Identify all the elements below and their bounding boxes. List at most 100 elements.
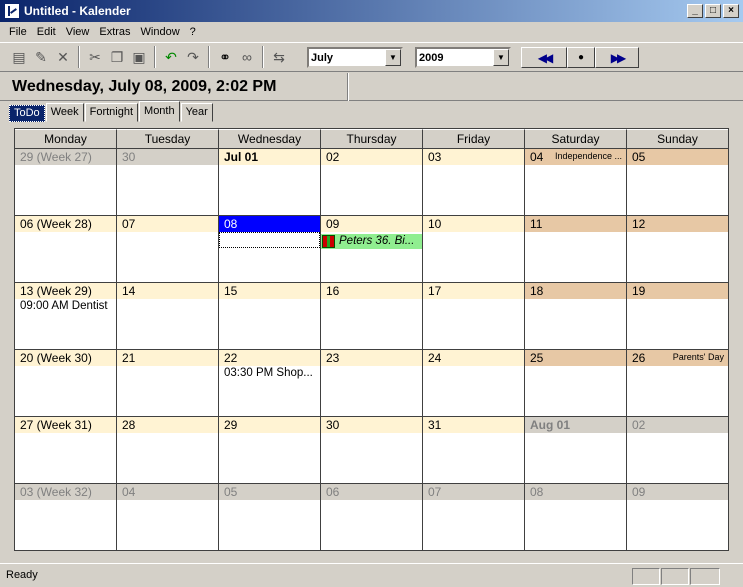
previous-button[interactable]: ◀◀ xyxy=(521,47,567,68)
weekday-header: Saturday xyxy=(525,129,627,149)
cut-icon[interactable]: ✂ xyxy=(84,46,106,68)
day-number: 30 xyxy=(117,149,218,165)
close-button[interactable]: × xyxy=(723,4,739,18)
title-bar: Untitled - Kalender _ □ × xyxy=(0,0,743,22)
chevron-down-icon[interactable]: ▼ xyxy=(493,49,509,66)
edit-icon[interactable]: ✎ xyxy=(30,46,52,68)
calendar-event[interactable]: 09:00 AM Dentist xyxy=(15,299,116,314)
day-cell[interactable]: 28 xyxy=(117,417,219,483)
menu-view[interactable]: View xyxy=(61,26,95,38)
next-button[interactable]: ▶▶ xyxy=(595,47,639,68)
day-label: Jul 01 xyxy=(224,150,259,164)
day-cell[interactable]: 18 xyxy=(525,283,627,349)
day-cell[interactable]: 04 xyxy=(117,484,219,550)
day-cell[interactable]: 03 xyxy=(423,149,525,215)
day-cell[interactable]: 12 xyxy=(627,216,728,282)
day-cell[interactable]: 02 xyxy=(627,417,728,483)
day-cell[interactable]: 29 xyxy=(219,417,321,483)
day-cell[interactable]: Jul 01 xyxy=(219,149,321,215)
tab-fortnight[interactable]: Fortnight xyxy=(84,103,139,122)
day-cell[interactable]: 17 xyxy=(423,283,525,349)
day-cell[interactable]: 26 Parents' Day xyxy=(627,350,728,416)
day-cell[interactable]: 13 (Week 29) 09:00 AM Dentist xyxy=(15,283,117,349)
month-select[interactable]: July ▼ xyxy=(307,47,403,68)
day-cell[interactable]: 24 xyxy=(423,350,525,416)
day-cell[interactable]: 20 (Week 30) xyxy=(15,350,117,416)
tab-year[interactable]: Year xyxy=(180,103,213,122)
app-icon[interactable] xyxy=(4,3,20,19)
day-cell[interactable]: 23 xyxy=(321,350,423,416)
undo-icon[interactable]: ↶ xyxy=(160,46,182,68)
chevron-down-icon[interactable]: ▼ xyxy=(385,49,401,66)
day-cell[interactable]: 29 (Week 27) xyxy=(15,149,117,215)
selection-box[interactable] xyxy=(219,232,320,248)
menu-help[interactable]: ? xyxy=(185,26,201,38)
tab-todo[interactable]: ToDo xyxy=(9,105,45,122)
day-number: 24 xyxy=(423,350,524,366)
day-number: 28 xyxy=(117,417,218,433)
day-cell[interactable]: 15 xyxy=(219,283,321,349)
day-number: 06 xyxy=(321,484,422,500)
day-cell[interactable]: 14 xyxy=(117,283,219,349)
day-cell[interactable]: 02 xyxy=(321,149,423,215)
day-cell[interactable]: 05 xyxy=(219,484,321,550)
find-next-icon[interactable]: ∞ xyxy=(236,46,258,68)
day-label: 29 (Week 27) xyxy=(20,150,92,164)
day-cell[interactable]: 08 xyxy=(219,216,321,282)
delete-icon[interactable]: ✕ xyxy=(52,46,74,68)
day-cell[interactable]: 30 xyxy=(117,149,219,215)
day-number: 22 xyxy=(219,350,320,366)
day-label: 16 xyxy=(326,284,340,298)
new-event-icon[interactable]: ▤ xyxy=(8,46,30,68)
day-cell[interactable]: 08 xyxy=(525,484,627,550)
day-label: 13 (Week 29) xyxy=(20,284,92,298)
day-cell[interactable]: 25 xyxy=(525,350,627,416)
redo-icon[interactable]: ↷ xyxy=(182,46,204,68)
day-number: 26 Parents' Day xyxy=(627,350,728,366)
maximize-button[interactable]: □ xyxy=(705,4,721,18)
day-cell[interactable]: 09 xyxy=(627,484,728,550)
day-number: 25 xyxy=(525,350,626,366)
day-number: 07 xyxy=(423,484,524,500)
calendar-week: 03 (Week 32) 04 05 06 07 08 09 xyxy=(15,484,728,550)
day-cell[interactable]: 06 (Week 28) xyxy=(15,216,117,282)
day-cell[interactable]: 21 xyxy=(117,350,219,416)
copy-icon[interactable]: ❐ xyxy=(106,46,128,68)
day-label: 06 (Week 28) xyxy=(20,217,92,231)
menu-window[interactable]: Window xyxy=(136,26,185,38)
day-cell[interactable]: 05 xyxy=(627,149,728,215)
day-cell[interactable]: 10 xyxy=(423,216,525,282)
day-label: Aug 01 xyxy=(530,418,571,432)
day-cell[interactable]: 06 xyxy=(321,484,423,550)
day-cell[interactable]: 30 xyxy=(321,417,423,483)
menu-file[interactable]: File xyxy=(4,26,32,38)
calendar-event[interactable]: 03:30 PM Shop... xyxy=(219,366,320,381)
calendar-week: 27 (Week 31) 28 29 30 31 Aug 01 02 xyxy=(15,417,728,484)
day-label: 31 xyxy=(428,418,442,432)
menu-edit[interactable]: Edit xyxy=(32,26,61,38)
find-icon[interactable]: ⚭ xyxy=(214,46,236,68)
today-button[interactable]: ● xyxy=(567,47,595,68)
paste-icon[interactable]: ▣ xyxy=(128,46,150,68)
day-cell[interactable]: 07 xyxy=(423,484,525,550)
day-cell[interactable]: 09 Peters 36. Bi... xyxy=(321,216,423,282)
day-cell[interactable]: 11 xyxy=(525,216,627,282)
day-cell[interactable]: Aug 01 xyxy=(525,417,627,483)
tab-week[interactable]: Week xyxy=(45,103,84,122)
day-cell[interactable]: 31 xyxy=(423,417,525,483)
day-cell[interactable]: 04 Independence ... xyxy=(525,149,627,215)
swap-icon[interactable]: ⇆ xyxy=(268,46,290,68)
day-cell[interactable]: 07 xyxy=(117,216,219,282)
menu-extras[interactable]: Extras xyxy=(94,26,135,38)
day-cell[interactable]: 16 xyxy=(321,283,423,349)
day-cell[interactable]: 22 03:30 PM Shop... xyxy=(219,350,321,416)
calendar-event[interactable]: Peters 36. Bi... xyxy=(321,234,422,249)
day-cell[interactable]: 19 xyxy=(627,283,728,349)
day-cell[interactable]: 03 (Week 32) xyxy=(15,484,117,550)
day-cell[interactable]: 27 (Week 31) xyxy=(15,417,117,483)
minimize-button[interactable]: _ xyxy=(687,4,703,18)
year-select[interactable]: 2009 ▼ xyxy=(415,47,511,68)
status-panel xyxy=(690,568,720,585)
tab-month[interactable]: Month xyxy=(139,101,180,122)
current-datetime: Wednesday, July 08, 2009, 2:02 PM xyxy=(12,78,277,95)
